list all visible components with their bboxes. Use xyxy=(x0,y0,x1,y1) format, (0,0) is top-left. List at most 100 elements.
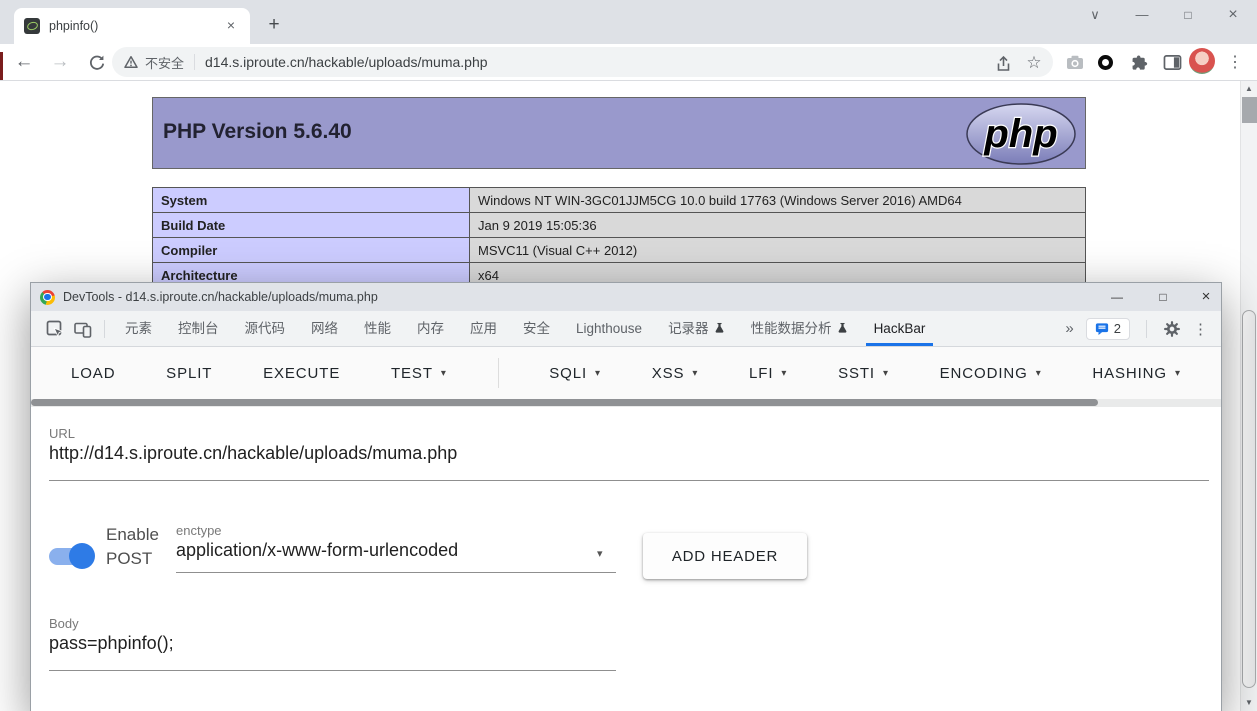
hackbar-toolbar: LOAD SPLIT EXECUTE TEST▾ SQLI▾ XSS▾ LFI▾… xyxy=(31,347,1221,399)
dropdown-caret-icon: ▾ xyxy=(1175,368,1181,379)
php-version-header: PHP Version 5.6.40 php xyxy=(152,97,1086,169)
hackbar-hashing-menu[interactable]: HASHING▾ xyxy=(1092,365,1181,382)
hackbar-lfi-menu[interactable]: LFI▾ xyxy=(749,365,787,382)
info-row: Build Date Jan 9 2019 15:05:36 xyxy=(153,213,1086,238)
info-row: System Windows NT WIN-3GC01JJM5CG 10.0 b… xyxy=(153,188,1086,213)
new-tab-button[interactable]: + xyxy=(260,12,288,40)
enable-post-label: Enable POST xyxy=(106,523,159,571)
hackbar-split-button[interactable]: SPLIT xyxy=(166,365,212,382)
devtools-close-button[interactable]: × xyxy=(1186,283,1226,311)
issues-count: 2 xyxy=(1114,321,1121,336)
scroll-up-icon[interactable]: ▲ xyxy=(1241,81,1257,97)
enctype-underline xyxy=(176,572,616,573)
hackbar-horizontal-scrollbar[interactable] xyxy=(31,399,1221,407)
issues-badge[interactable]: 2 xyxy=(1086,318,1130,340)
messages-icon xyxy=(1095,322,1109,336)
tab-network[interactable]: 网络 xyxy=(298,311,351,346)
horizontal-scrollbar-thumb[interactable] xyxy=(31,399,1098,406)
hackbar-execute-button[interactable]: EXECUTE xyxy=(263,365,340,382)
dropdown-caret-icon: ▾ xyxy=(441,368,447,379)
info-row: Compiler MSVC11 (Visual C++ 2012) xyxy=(153,238,1086,263)
scroll-down-icon[interactable]: ▼ xyxy=(1241,695,1257,711)
info-value: MSVC11 (Visual C++ 2012) xyxy=(470,238,1086,263)
experiment-flask-icon xyxy=(714,322,725,334)
tab-security[interactable]: 安全 xyxy=(510,311,563,346)
device-toolbar-icon[interactable] xyxy=(69,315,97,343)
screenshot-extension-icon[interactable] xyxy=(1062,49,1088,75)
tab-sources[interactable]: 源代码 xyxy=(232,311,299,346)
devtools-window-title: DevTools - d14.s.iproute.cn/hackable/upl… xyxy=(63,290,378,304)
tab-recorder[interactable]: 记录器 xyxy=(655,311,738,346)
browser-tab-strip: phpinfo() × + ∨ — □ × xyxy=(0,0,1257,44)
enctype-dropdown-icon[interactable]: ▾ xyxy=(597,547,603,560)
more-tabs-icon[interactable]: » xyxy=(1062,320,1076,337)
dropdown-caret-icon: ▾ xyxy=(1036,368,1042,379)
add-header-button[interactable]: ADD HEADER xyxy=(643,533,807,579)
forward-icon[interactable]: → xyxy=(46,48,74,76)
dropdown-caret-icon: ▾ xyxy=(883,368,889,379)
browser-toolbar: ← → 不安全 d14.s.iproute.cn/hackable/upload… xyxy=(0,44,1257,81)
info-label: System xyxy=(153,188,470,213)
tabbar-separator xyxy=(1146,320,1147,338)
tab-performance[interactable]: 性能 xyxy=(351,311,404,346)
enctype-select-value[interactable]: application/x-www-form-urlencoded xyxy=(176,540,458,561)
window-minimize-button[interactable]: — xyxy=(1125,2,1159,28)
tab-close-icon[interactable]: × xyxy=(222,17,240,35)
tab-lighthouse[interactable]: Lighthouse xyxy=(563,311,655,346)
hackbar-encoding-menu[interactable]: ENCODING▾ xyxy=(940,365,1042,382)
tabbar-separator xyxy=(104,320,105,338)
body-field-value[interactable]: pass=phpinfo(); xyxy=(49,633,174,654)
hackbar-xss-menu[interactable]: XSS▾ xyxy=(652,365,699,382)
devtools-tab-bar: 元素 控制台 源代码 网络 性能 内存 应用 安全 Lighthouse 记录器… xyxy=(31,311,1221,347)
bookmark-star-icon[interactable]: ☆ xyxy=(1022,51,1046,75)
devtools-menu-icon[interactable]: ⋮ xyxy=(1190,320,1211,338)
security-label: 不安全 xyxy=(145,53,184,72)
extensions-puzzle-icon[interactable] xyxy=(1126,49,1152,75)
tab-performance-insights[interactable]: 性能数据分析 xyxy=(738,311,861,346)
back-icon[interactable]: ← xyxy=(10,48,38,76)
php-version-title: PHP Version 5.6.40 xyxy=(153,98,1085,144)
enable-post-toggle-knob[interactable] xyxy=(69,543,95,569)
tab-hackbar[interactable]: HackBar xyxy=(861,311,939,346)
devtools-maximize-button[interactable]: □ xyxy=(1143,283,1183,311)
background-window-edge xyxy=(0,52,3,80)
scrollbar-thumb[interactable] xyxy=(1242,97,1257,123)
tab-application[interactable]: 应用 xyxy=(457,311,510,346)
info-label: Compiler xyxy=(153,238,470,263)
security-chip[interactable]: 不安全 xyxy=(124,53,184,72)
inspect-element-icon[interactable] xyxy=(41,315,69,343)
devtools-title-bar[interactable]: DevTools - d14.s.iproute.cn/hackable/upl… xyxy=(31,283,1221,311)
scrollbar-lower-thumb[interactable] xyxy=(1242,310,1256,688)
devtools-minimize-button[interactable]: — xyxy=(1097,283,1137,311)
dropdown-caret-icon: ▾ xyxy=(692,368,698,379)
url-field-value[interactable]: http://d14.s.iproute.cn/hackable/uploads… xyxy=(49,443,457,464)
ring-extension-icon[interactable] xyxy=(1092,49,1118,75)
url-field-underline xyxy=(49,480,1209,481)
experiment-flask-icon xyxy=(837,322,848,334)
hackbar-sqli-menu[interactable]: SQLI▾ xyxy=(549,365,601,382)
address-bar[interactable]: 不安全 d14.s.iproute.cn/hackable/uploads/mu… xyxy=(112,47,1053,77)
profile-avatar[interactable] xyxy=(1189,48,1215,74)
body-field-underline xyxy=(49,670,616,671)
page-scrollbar[interactable]: ▲ ▼ xyxy=(1240,81,1257,711)
tab-memory[interactable]: 内存 xyxy=(404,311,457,346)
hackbar-load-button[interactable]: LOAD xyxy=(71,365,115,382)
tab-console[interactable]: 控制台 xyxy=(165,311,232,346)
tab-elements[interactable]: 元素 xyxy=(112,311,165,346)
side-panel-icon[interactable] xyxy=(1159,49,1185,75)
hackbar-test-menu[interactable]: TEST▾ xyxy=(391,365,447,382)
hackbar-ssti-menu[interactable]: SSTI▾ xyxy=(838,365,889,382)
devtools-settings-gear-icon[interactable] xyxy=(1163,320,1181,338)
php-logo: php xyxy=(965,102,1077,171)
share-icon[interactable] xyxy=(991,51,1015,75)
browser-menu-icon[interactable]: ⋮ xyxy=(1222,49,1248,75)
address-url[interactable]: d14.s.iproute.cn/hackable/uploads/muma.p… xyxy=(205,54,488,70)
svg-text:php: php xyxy=(983,112,1057,156)
window-close-button[interactable]: × xyxy=(1216,2,1250,28)
dropdown-caret-icon: ▾ xyxy=(595,368,601,379)
reload-icon[interactable] xyxy=(82,48,110,76)
tab-search-icon[interactable]: ∨ xyxy=(1078,2,1112,28)
devtools-window: DevTools - d14.s.iproute.cn/hackable/upl… xyxy=(30,282,1222,711)
browser-tab[interactable]: phpinfo() × xyxy=(14,8,250,44)
window-maximize-button[interactable]: □ xyxy=(1171,2,1205,28)
